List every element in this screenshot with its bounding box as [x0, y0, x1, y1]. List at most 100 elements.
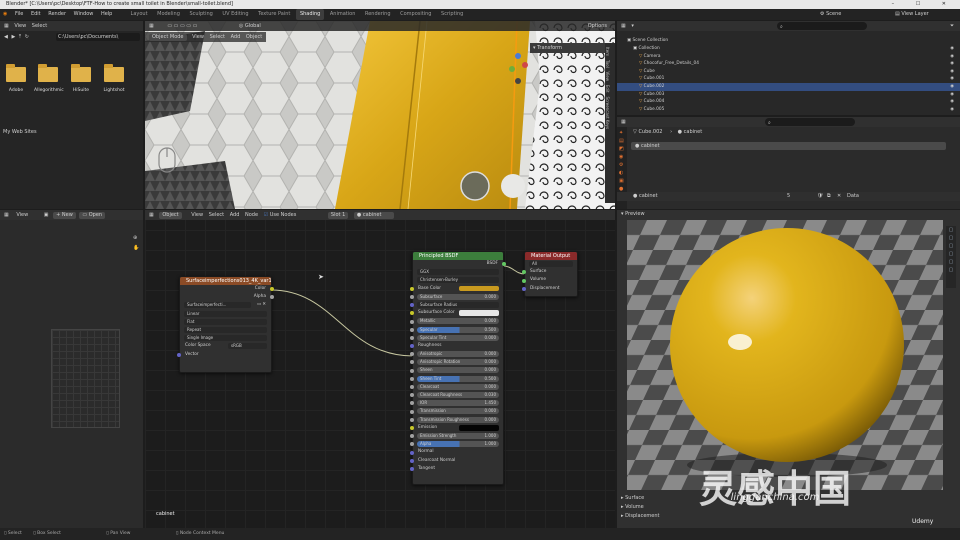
value-slider[interactable]: Subsurface 0.000 — [417, 293, 499, 300]
3d-viewport[interactable]: ▦ ▭ ▭ ▭ ▭ ▭ ◎ Global Options Object Mode… — [145, 21, 615, 209]
socket-input[interactable] — [410, 434, 414, 439]
filter-icon[interactable]: ⏷ — [950, 21, 954, 31]
menu-view[interactable]: View — [192, 34, 204, 40]
options-dropdown[interactable]: Options — [588, 21, 607, 31]
socket-input[interactable] — [410, 303, 414, 308]
socket-input-volume[interactable] — [522, 278, 526, 283]
link-dropdown[interactable]: Data — [847, 192, 859, 201]
folder-item[interactable]: HiSuite — [67, 64, 95, 93]
value-slider[interactable]: IOR 1.450 — [417, 400, 499, 407]
transform-panel-header[interactable]: ▾ Transform — [530, 43, 605, 53]
socket-input[interactable] — [410, 286, 414, 291]
menu-object[interactable]: Object — [246, 34, 262, 40]
value-slider[interactable]: Sheen 0.000 — [417, 367, 499, 374]
users-count[interactable]: 5 — [787, 192, 790, 201]
outliner-row[interactable]: ▽ Chocofur_Free_Details_04 ◉ — [617, 60, 960, 68]
navigation-gizmo[interactable] — [507, 51, 529, 87]
side-tab-view[interactable]: View — [605, 72, 610, 82]
side-tab-tool[interactable]: Tool — [605, 60, 610, 68]
value-slider[interactable]: Emission Strength 1.000 — [417, 432, 499, 439]
socket-input[interactable] — [410, 311, 414, 316]
extension-dropdown[interactable]: Repeat — [184, 326, 267, 333]
socket-input[interactable] — [410, 466, 414, 471]
menu-render[interactable]: Render — [45, 9, 69, 20]
visibility-eye-icon[interactable]: ◉ — [950, 68, 954, 76]
value-slider[interactable]: Specular Tint 0.000 — [417, 334, 499, 341]
value-slider[interactable]: Sheen Tint 0.500 — [417, 375, 499, 382]
menu-file[interactable]: File — [12, 9, 26, 20]
color-swatch[interactable] — [459, 285, 499, 292]
new-image-button[interactable]: + New — [53, 212, 76, 219]
section-volume[interactable]: ▸ Volume — [621, 503, 644, 511]
shader-node-editor[interactable]: ▦ Object View Select Add Node ☑ Use Node… — [145, 210, 615, 528]
tab-layout[interactable]: Layout — [127, 9, 152, 20]
visibility-eye-icon[interactable]: ◉ — [950, 53, 954, 61]
hand-pan-icon[interactable]: ✋ — [133, 245, 139, 251]
menu-window[interactable]: Window — [71, 9, 97, 20]
socket-input[interactable] — [410, 344, 414, 349]
socket-input[interactable] — [410, 376, 414, 381]
outliner-row[interactable]: ▽ Cube.004 ◉ — [617, 98, 960, 106]
color-swatch[interactable] — [459, 310, 499, 316]
properties-search-input[interactable]: ⌕ — [765, 118, 855, 126]
open-image-button[interactable]: ▭ Open — [79, 212, 106, 219]
socket-input[interactable] — [410, 417, 414, 422]
image-browse-icon[interactable]: ▣ — [44, 212, 49, 218]
outliner-row[interactable]: ▽ Cube.002 ◉ — [617, 83, 960, 91]
image-texture-node[interactable]: Surfaceimperfections013_4K_var1.jpg Colo… — [177, 276, 274, 373]
socket-input-vector[interactable] — [177, 352, 181, 357]
refresh-icon[interactable]: ↻ — [25, 34, 29, 40]
outliner-row[interactable]: ▽ Cube ◉ — [617, 68, 960, 76]
visibility-eye-icon[interactable]: ◉ — [950, 60, 954, 68]
editor-type-icon[interactable]: ▦ — [621, 119, 626, 125]
tab-uv-editing[interactable]: UV Editing — [218, 9, 252, 20]
socket-input[interactable] — [410, 368, 414, 373]
preview-shape-icons[interactable]: ▢ ▢ ▢ ▢ ▢ ▢ — [946, 226, 956, 274]
back-icon[interactable]: ◀ — [4, 34, 8, 40]
image-canvas-grid[interactable] — [51, 329, 120, 428]
menu-edit[interactable]: Edit — [28, 9, 44, 20]
socket-input[interactable] — [410, 335, 414, 340]
menu-view[interactable]: View — [14, 23, 26, 29]
scene-selector[interactable]: ⚙ Scene — [820, 9, 841, 20]
value-slider[interactable]: Specular 0.500 — [417, 326, 499, 333]
socket-input[interactable] — [410, 294, 414, 299]
path-field[interactable]: C:\Users\pc\Documents\ — [56, 33, 140, 41]
color-swatch[interactable] — [459, 424, 499, 431]
editor-type-icon[interactable]: ▦ — [4, 212, 9, 218]
section-displacement[interactable]: ▸ Displacement — [621, 512, 659, 520]
outliner-row[interactable]: ▣ Collection ◉ — [617, 45, 960, 53]
side-tab-screencast[interactable]: Screencast Keys — [605, 96, 610, 129]
side-tab-edit[interactable]: Edit — [605, 85, 610, 93]
value-slider[interactable]: Clearcoat 0.000 — [417, 383, 499, 390]
socket-input-displacement[interactable] — [522, 286, 526, 291]
subsurface-method-dropdown[interactable]: Christensen-Burley — [417, 277, 499, 284]
section-surface[interactable]: ▸ Surface — [621, 494, 644, 502]
value-slider[interactable]: Anisotropic Rotation 0.000 — [417, 359, 499, 366]
outliner-search-input[interactable]: ⌕ — [777, 22, 867, 30]
outliner-row[interactable]: ▽ Camera ◉ — [617, 53, 960, 61]
visibility-eye-icon[interactable]: ◉ — [950, 83, 954, 91]
image-datablock-field[interactable]: Surfaceimperfecti... — [184, 302, 251, 309]
outliner-row[interactable]: ▽ Cube.003 ◉ — [617, 91, 960, 99]
socket-input[interactable] — [410, 409, 414, 414]
material-slot-row[interactable]: ● cabinet — [631, 142, 946, 150]
tab-animation[interactable]: Animation — [326, 9, 360, 20]
parent-dir-icon[interactable]: ⤒ — [19, 34, 21, 40]
tab-shading[interactable]: Shading — [295, 9, 325, 20]
visibility-eye-icon[interactable]: ◉ — [950, 106, 954, 114]
socket-input[interactable] — [410, 442, 414, 447]
outliner-root[interactable]: ▣ Scene Collection — [617, 37, 960, 45]
mode-selector[interactable]: Object Mode — [149, 34, 187, 41]
transform-orientation[interactable]: ◎ Global — [239, 23, 261, 29]
value-slider[interactable]: Clearcoat Roughness 0.030 — [417, 392, 499, 398]
folder-item[interactable]: Adobe — [2, 64, 30, 93]
folder-item[interactable]: Allegorithmic — [34, 64, 64, 93]
visibility-eye-icon[interactable]: ◉ — [950, 98, 954, 106]
material-name-field[interactable]: cabinet — [639, 193, 658, 199]
socket-input[interactable] — [410, 360, 414, 365]
socket-input[interactable] — [410, 327, 414, 332]
zoom-icon[interactable]: ⊕ — [133, 235, 137, 241]
folder-item[interactable]: Lightshot — [100, 64, 128, 93]
socket-input[interactable] — [410, 393, 414, 398]
